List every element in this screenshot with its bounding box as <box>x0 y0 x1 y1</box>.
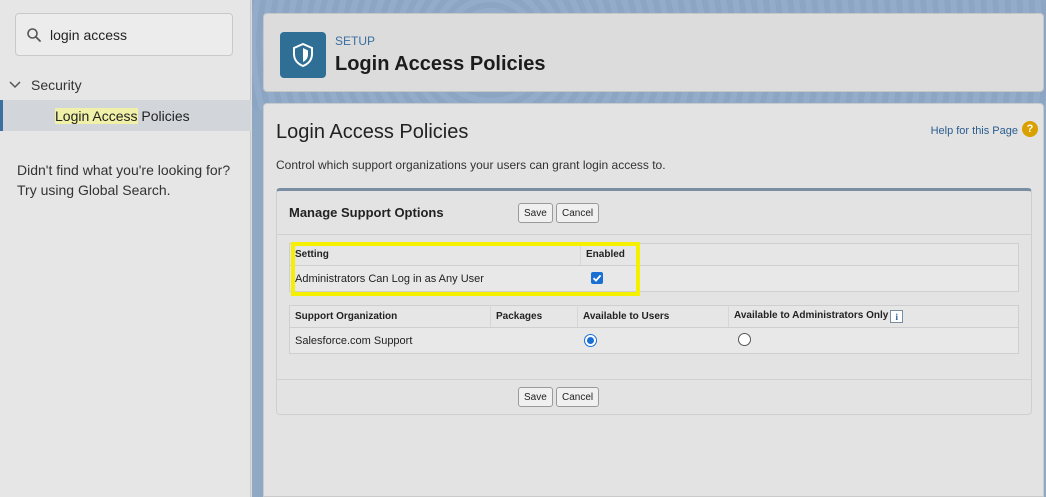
block-title: Manage Support Options <box>289 205 444 220</box>
setup-eyebrow: SETUP <box>335 34 376 48</box>
available-users-cell <box>578 328 729 354</box>
column-header-available-admins-label: Available to Administrators Only <box>734 310 889 321</box>
column-header-available-users: Available to Users <box>577 305 729 328</box>
tree-item-security[interactable]: Security <box>8 76 82 94</box>
packages-cell <box>491 328 578 354</box>
not-found-line: Didn't find what you're looking for? <box>17 162 231 178</box>
table-header-row: Setting Enabled <box>289 243 1019 266</box>
save-button-top[interactable]: Save <box>518 203 553 223</box>
radio-available-to-admins-only[interactable] <box>737 332 751 346</box>
available-admins-cell <box>729 328 1019 354</box>
main-panel: SETUP Login Access Policies Login Access… <box>252 0 1046 497</box>
setup-sidebar: Security Login Access Policies Didn't fi… <box>0 0 251 497</box>
content-card: Login Access Policies Help for this Page… <box>263 103 1044 497</box>
org-name: Salesforce.com Support <box>295 334 413 347</box>
tree-item-login-access-policies[interactable]: Login Access Policies <box>0 100 251 131</box>
quick-find-input[interactable] <box>50 26 220 43</box>
divider <box>277 379 1031 380</box>
global-search-hint: Try using Global Search. <box>17 182 171 198</box>
chevron-down-icon[interactable] <box>8 78 22 92</box>
setting-name: Administrators Can Log in as Any User <box>295 272 484 285</box>
table-header-row: Support Organization Packages Available … <box>289 305 1019 328</box>
support-orgs-table: Support Organization Packages Available … <box>289 305 1019 354</box>
search-match-highlight: Login Access <box>55 107 138 124</box>
table-row: Salesforce.com Support <box>290 328 1019 354</box>
column-header-packages: Packages <box>490 305 578 328</box>
table-row: Administrators Can Log in as Any User <box>290 266 1019 292</box>
tree-item-label: Security <box>31 77 82 93</box>
help-icon[interactable]: ? <box>1022 121 1038 137</box>
quick-find-box[interactable] <box>15 13 233 56</box>
search-icon <box>27 27 41 42</box>
settings-table: Setting Enabled Administrators Can Log i… <box>289 243 1019 292</box>
shield-icon <box>280 32 326 78</box>
not-found-message: Didn't find what you're looking for? Try… <box>17 160 242 200</box>
manage-support-options-block: Manage Support Options Save Cancel Setti… <box>276 188 1032 415</box>
help-link[interactable]: Help for this Page <box>931 125 1018 137</box>
radio-available-to-users[interactable] <box>583 334 597 347</box>
column-header-support-org: Support Organization <box>289 305 491 328</box>
page-header: SETUP Login Access Policies <box>263 13 1044 92</box>
save-button-bottom[interactable]: Save <box>518 387 553 407</box>
divider <box>277 234 1031 235</box>
cancel-button-top[interactable]: Cancel <box>556 203 600 223</box>
cancel-button-bottom[interactable]: Cancel <box>556 387 600 407</box>
info-icon[interactable]: i <box>890 310 904 323</box>
checkbox-admins-login-any-user[interactable] <box>590 271 603 284</box>
column-header-enabled: Enabled <box>580 243 1019 266</box>
page-description: Control which support organizations your… <box>276 158 666 172</box>
tree-item-label-rest: Policies <box>137 107 190 124</box>
enabled-cell <box>581 266 1019 292</box>
column-header-available-admins: Available to Administrators Only i <box>728 305 1019 328</box>
header-title: Login Access Policies <box>335 53 546 75</box>
column-header-setting: Setting <box>289 243 581 266</box>
radio-dot <box>586 337 594 344</box>
page-title: Login Access Policies <box>276 121 469 143</box>
checkmark-icon <box>592 274 601 282</box>
